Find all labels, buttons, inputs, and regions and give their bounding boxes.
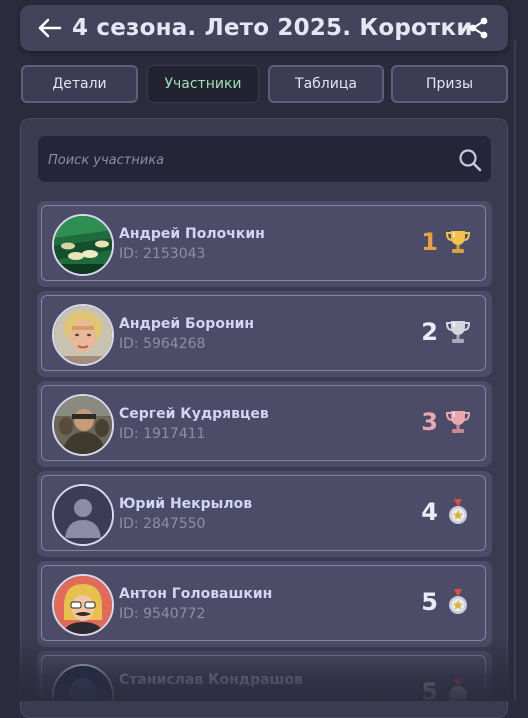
avatar — [52, 304, 114, 366]
medal-icon — [442, 496, 474, 528]
participant-id: ID: 2153043 — [119, 246, 206, 262]
search-input[interactable] — [46, 136, 450, 184]
gold-trophy-icon — [442, 226, 474, 258]
medal-icon — [442, 676, 474, 701]
frame-edge — [514, 40, 516, 701]
participant-name: Андрей Полочкин — [119, 226, 265, 242]
participant-name: Юрий Некрылов — [119, 496, 253, 512]
bronze-trophy-icon — [442, 406, 474, 438]
participant-card-inner: Станислав Кондрашов 5 — [41, 655, 486, 701]
participant-card[interactable]: Антон Головашкин ID: 9540772 5 — [37, 561, 492, 647]
participant-card-inner: Сергей Кудрявцев ID: 1917411 3 — [41, 385, 486, 461]
participant-card[interactable]: Андрей Боронин ID: 5964268 2 — [37, 291, 492, 377]
rank-number: 2 — [421, 318, 438, 346]
participant-card-inner: Андрей Полочкин ID: 2153043 1 — [41, 205, 486, 281]
participant-card-inner: Юрий Некрылов ID: 2847550 4 — [41, 475, 486, 551]
rank-number: 5 — [421, 678, 438, 701]
tab-participants[interactable]: Участники — [147, 65, 259, 103]
avatar — [52, 664, 114, 701]
header-bar: 4 сезона. Лето 2025. Коротки... — [20, 5, 508, 51]
avatar — [52, 574, 114, 636]
rank-number: 1 — [421, 228, 438, 256]
participant-id: ID: 9540772 — [119, 606, 206, 622]
participant-card[interactable]: Станислав Кондрашов 5 — [37, 651, 492, 701]
participant-name: Станислав Кондрашов — [119, 672, 303, 688]
avatar — [52, 214, 114, 276]
tab-prizes[interactable]: Призы — [391, 65, 508, 103]
tab-label: Детали — [52, 76, 107, 92]
medal-icon — [442, 586, 474, 618]
avatar — [52, 394, 114, 456]
rank-number: 3 — [421, 408, 438, 436]
search-box — [37, 135, 492, 184]
participant-id: ID: 1917411 — [119, 426, 206, 442]
participant-id: ID: 2847550 — [119, 516, 206, 532]
participant-name: Андрей Боронин — [119, 316, 255, 332]
participant-card-inner: Антон Головашкин ID: 9540772 5 — [41, 565, 486, 641]
tab-label: Участники — [164, 76, 242, 92]
avatar-placeholder — [52, 484, 114, 546]
tab-table[interactable]: Таблица — [268, 65, 384, 103]
tab-label: Таблица — [295, 76, 357, 92]
participant-name: Антон Головашкин — [119, 586, 273, 602]
rank-number: 5 — [421, 588, 438, 616]
share-icon[interactable] — [468, 17, 490, 39]
participant-card[interactable]: Юрий Некрылов ID: 2847550 4 — [37, 471, 492, 557]
tab-label: Призы — [425, 76, 473, 92]
tab-details[interactable]: Детали — [21, 65, 138, 103]
rank-number: 4 — [421, 498, 438, 526]
participant-card-inner: Андрей Боронин ID: 5964268 2 — [41, 295, 486, 371]
participant-card[interactable]: Сергей Кудрявцев ID: 1917411 3 — [37, 381, 492, 467]
back-arrow-icon[interactable] — [36, 17, 62, 39]
page-title: 4 сезона. Лето 2025. Коротки... — [72, 15, 472, 41]
silver-trophy-icon — [442, 316, 474, 348]
participant-id: ID: 5964268 — [119, 336, 206, 352]
participant-card[interactable]: Андрей Полочкин ID: 2153043 1 — [37, 201, 492, 287]
search-icon[interactable] — [458, 148, 482, 172]
participant-name: Сергей Кудрявцев — [119, 406, 269, 422]
